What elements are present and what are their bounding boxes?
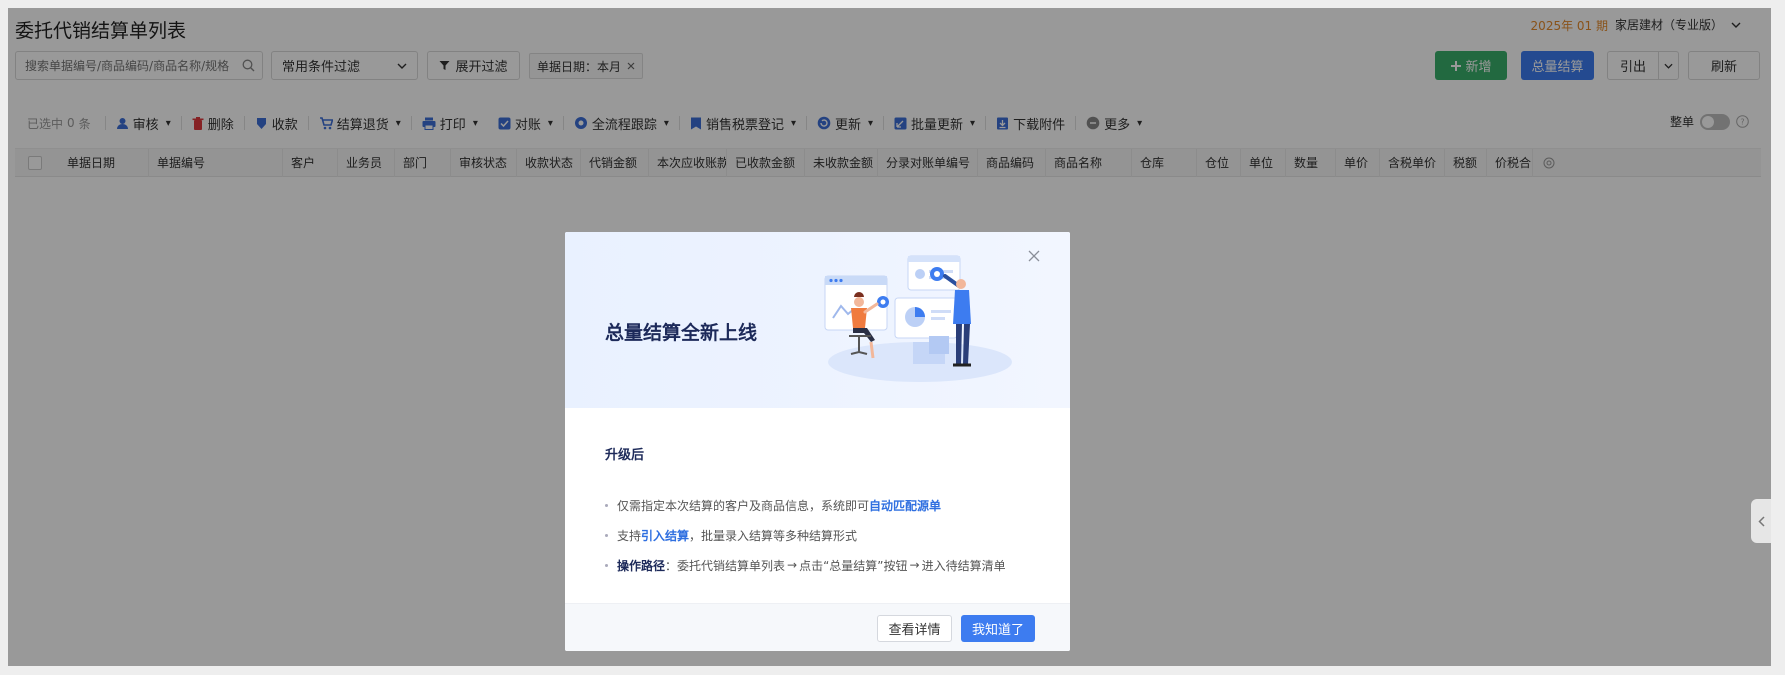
dialog-title: 总量结算全新上线: [605, 322, 758, 344]
list-item: 操作路径 ：委托代销结算单列表 → 点击“总量结算”按钮 → 进入待结算清单: [603, 550, 1043, 580]
dialog-banner: 总量结算全新上线: [565, 232, 1070, 408]
side-panel-toggle[interactable]: [1751, 499, 1771, 543]
item2-suffix: ，批量录入结算等多种结算形式: [689, 528, 858, 543]
item1-text: 仅需指定本次结算的客户及商品信息，系统即可: [617, 498, 870, 513]
item2-prefix: 支持: [617, 528, 642, 543]
got-it-button[interactable]: 我知道了: [961, 615, 1035, 642]
announcement-dialog: 总量结算全新上线 升级后 仅需指定本次结算的客户及商品信息，系统即可 自动匹配源…: [565, 232, 1070, 651]
bullet-icon: [605, 503, 608, 507]
dialog-subtitle: 升级后: [605, 448, 645, 463]
view-details-button[interactable]: 查看详情: [877, 615, 952, 642]
operation-path-label: 操作路径: [617, 558, 666, 573]
path-step-1: ：委托代销结算单列表: [665, 558, 786, 573]
feature-list: 仅需指定本次结算的客户及商品信息，系统即可 自动匹配源单 支持 引入结算 ，批量…: [603, 490, 1043, 580]
auto-match-link: 自动匹配源单: [869, 498, 942, 513]
settlement-illustration: [824, 255, 1012, 382]
path-step-2: 点击“总量结算”按钮: [799, 558, 908, 573]
list-item: 仅需指定本次结算的客户及商品信息，系统即可 自动匹配源单: [603, 490, 1043, 520]
arrow-right-icon: →: [909, 558, 920, 572]
chevron-left-icon: [1757, 515, 1765, 527]
list-item: 支持 引入结算 ，批量录入结算等多种结算形式: [603, 520, 1043, 550]
bullet-icon: [605, 533, 608, 537]
arrow-right-icon: →: [787, 558, 798, 572]
path-step-3: 进入待结算清单: [921, 558, 1006, 573]
import-settle-link: 引入结算: [641, 528, 690, 543]
bullet-icon: [605, 563, 608, 567]
dialog-footer: 查看详情 我知道了: [565, 603, 1070, 651]
close-icon[interactable]: [1028, 250, 1040, 262]
